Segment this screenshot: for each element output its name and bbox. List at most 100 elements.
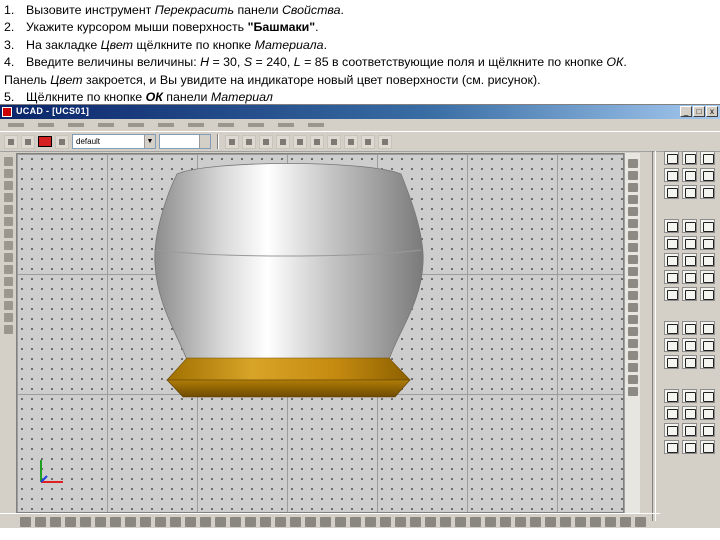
- tool-button[interactable]: [664, 321, 679, 335]
- left-tool-button[interactable]: [3, 169, 13, 178]
- tool-button[interactable]: [682, 270, 697, 284]
- strip-button[interactable]: [627, 363, 638, 372]
- bottom-tool-button[interactable]: [80, 516, 91, 527]
- bottom-tool-button[interactable]: [590, 516, 601, 527]
- strip-button[interactable]: [627, 195, 638, 204]
- toolbar-button[interactable]: [361, 134, 375, 149]
- strip-button[interactable]: [627, 327, 638, 336]
- bottom-tool-button[interactable]: [515, 516, 526, 527]
- tool-button[interactable]: [700, 287, 715, 301]
- toolbar-button[interactable]: [276, 134, 290, 149]
- toolbar-button[interactable]: [378, 134, 392, 149]
- close-button[interactable]: x: [706, 106, 718, 117]
- bottom-tool-button[interactable]: [245, 516, 256, 527]
- left-tool-button[interactable]: [3, 157, 13, 166]
- tool-button[interactable]: [700, 321, 715, 335]
- tool-button[interactable]: [700, 151, 715, 165]
- layer-color-swatch[interactable]: [38, 136, 52, 147]
- menu-item[interactable]: [188, 123, 204, 127]
- tool-button[interactable]: [664, 406, 679, 420]
- tool-button[interactable]: [682, 406, 697, 420]
- tool-button[interactable]: [700, 423, 715, 437]
- bottom-tool-button[interactable]: [20, 516, 31, 527]
- bottom-tool-button[interactable]: [605, 516, 616, 527]
- toolbar-button[interactable]: [293, 134, 307, 149]
- menu-item[interactable]: [248, 123, 264, 127]
- bottom-tool-button[interactable]: [380, 516, 391, 527]
- bottom-tool-button[interactable]: [470, 516, 481, 527]
- toolbar-button[interactable]: [327, 134, 341, 149]
- tool-button[interactable]: [682, 355, 697, 369]
- tool-button[interactable]: [700, 236, 715, 250]
- tool-button[interactable]: [700, 406, 715, 420]
- bottom-tool-button[interactable]: [500, 516, 511, 527]
- bottom-tool-button[interactable]: [530, 516, 541, 527]
- bottom-tool-button[interactable]: [140, 516, 151, 527]
- menu-item[interactable]: [278, 123, 294, 127]
- bottom-tool-button[interactable]: [365, 516, 376, 527]
- left-tool-button[interactable]: [3, 253, 13, 262]
- vase-base-top[interactable]: [166, 357, 411, 381]
- bottom-tool-button[interactable]: [545, 516, 556, 527]
- strip-button[interactable]: [627, 375, 638, 384]
- tool-button[interactable]: [700, 270, 715, 284]
- toolbar-button[interactable]: [310, 134, 324, 149]
- tool-button[interactable]: [664, 423, 679, 437]
- tool-button[interactable]: [664, 168, 679, 182]
- bottom-tool-button[interactable]: [230, 516, 241, 527]
- menu-item[interactable]: [98, 123, 114, 127]
- menu-item[interactable]: [218, 123, 234, 127]
- left-tool-button[interactable]: [3, 325, 13, 334]
- menu-item[interactable]: [308, 123, 324, 127]
- bottom-tool-button[interactable]: [455, 516, 466, 527]
- strip-button[interactable]: [627, 183, 638, 192]
- bottom-tool-button[interactable]: [50, 516, 61, 527]
- toolbar-button[interactable]: [225, 134, 239, 149]
- bottom-tool-button[interactable]: [185, 516, 196, 527]
- toolbar-button[interactable]: [259, 134, 273, 149]
- tool-button[interactable]: [682, 338, 697, 352]
- left-tool-button[interactable]: [3, 181, 13, 190]
- tool-button[interactable]: [682, 168, 697, 182]
- bottom-tool-button[interactable]: [485, 516, 496, 527]
- toolbar-button[interactable]: [4, 134, 18, 149]
- bottom-tool-button[interactable]: [305, 516, 316, 527]
- tool-button[interactable]: [700, 219, 715, 233]
- tool-button[interactable]: [664, 236, 679, 250]
- bottom-tool-button[interactable]: [560, 516, 571, 527]
- bottom-tool-button[interactable]: [35, 516, 46, 527]
- tool-button[interactable]: [664, 440, 679, 454]
- strip-button[interactable]: [627, 159, 638, 168]
- vase-base-side[interactable]: [166, 379, 411, 398]
- tool-button[interactable]: [700, 440, 715, 454]
- tool-button[interactable]: [664, 185, 679, 199]
- tool-button[interactable]: [682, 236, 697, 250]
- tool-button[interactable]: [664, 338, 679, 352]
- maximize-button[interactable]: □: [693, 106, 705, 117]
- bottom-tool-button[interactable]: [320, 516, 331, 527]
- tool-button[interactable]: [700, 338, 715, 352]
- strip-button[interactable]: [627, 231, 638, 240]
- strip-button[interactable]: [627, 339, 638, 348]
- bottom-tool-button[interactable]: [440, 516, 451, 527]
- tool-button[interactable]: [682, 151, 697, 165]
- left-tool-button[interactable]: [3, 277, 13, 286]
- menu-item[interactable]: [38, 123, 54, 127]
- tool-button[interactable]: [682, 185, 697, 199]
- menu-item[interactable]: [8, 123, 24, 127]
- strip-button[interactable]: [627, 291, 638, 300]
- tool-button[interactable]: [700, 389, 715, 403]
- strip-button[interactable]: [627, 219, 638, 228]
- strip-button[interactable]: [627, 279, 638, 288]
- menu-item[interactable]: [128, 123, 144, 127]
- bottom-tool-button[interactable]: [275, 516, 286, 527]
- bottom-tool-button[interactable]: [155, 516, 166, 527]
- linetype-select[interactable]: [159, 134, 211, 149]
- bottom-tool-button[interactable]: [125, 516, 136, 527]
- left-tool-button[interactable]: [3, 265, 13, 274]
- left-tool-button[interactable]: [3, 313, 13, 322]
- strip-button[interactable]: [627, 351, 638, 360]
- tool-button[interactable]: [700, 168, 715, 182]
- toolbar-button[interactable]: [344, 134, 358, 149]
- tool-button[interactable]: [664, 270, 679, 284]
